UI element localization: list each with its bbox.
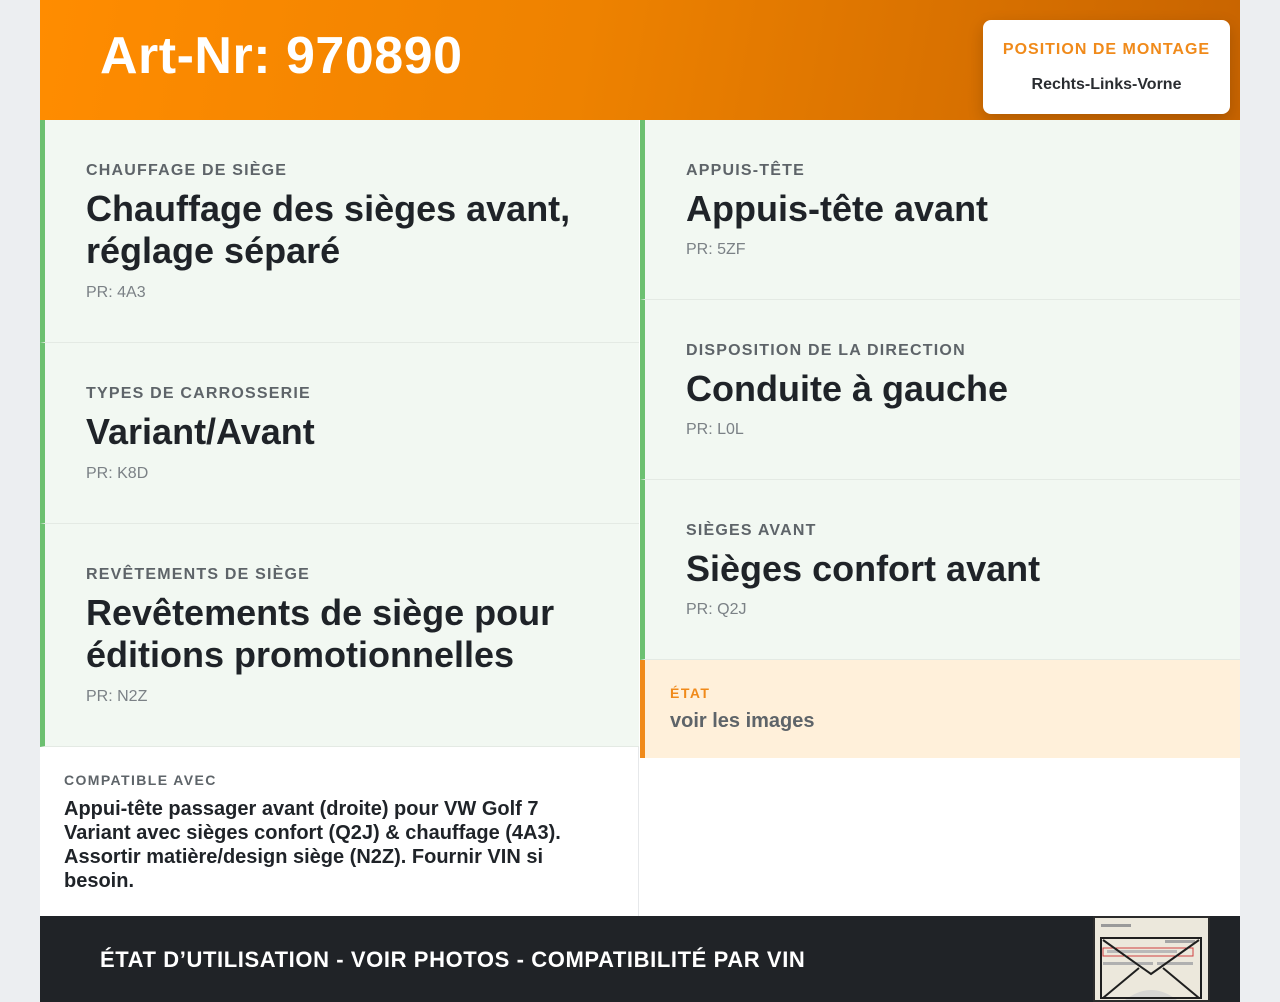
spec-label: DISPOSITION DE LA DIRECTION <box>686 342 966 359</box>
spec-pr-code: PR: 5ZF <box>686 241 746 258</box>
spec-value: Appuis-tête avant <box>686 188 989 229</box>
article-number-title: Art-Nr: 970890 <box>100 27 463 85</box>
mounting-position-value: Rechts-Links-Vorne <box>1031 76 1182 93</box>
spec-pr-code: PR: L0L <box>686 421 744 438</box>
vehicle-data-card-thumbnail[interactable] <box>1093 916 1210 1002</box>
compatibility-box: COMPATIBLE AVEC Appui-tête passager avan… <box>40 747 639 916</box>
spec-pr-code: PR: K8D <box>86 465 149 482</box>
mounting-position-card: POSITION DE MONTAGE Rechts-Links-Vorne <box>983 20 1230 114</box>
spec-label: CHAUFFAGE DE SIÈGE <box>86 162 288 179</box>
condition-box: ÉTAT voir les images <box>640 660 1240 758</box>
spec-label: TYPES DE CARROSSERIE <box>86 385 311 402</box>
spec-label: REVÊTEMENTS DE SIÈGE <box>86 566 311 583</box>
spec-label: SIÈGES AVANT <box>686 522 817 539</box>
document-image-icon <box>1095 918 1208 1000</box>
spec-value: Conduite à gauche <box>686 368 1009 409</box>
condition-value[interactable]: voir les images <box>670 710 815 733</box>
footer-text: ÉTAT D’UTILISATION - VOIR PHOTOS - COMPA… <box>100 947 806 972</box>
footer-bar: ÉTAT D’UTILISATION - VOIR PHOTOS - COMPA… <box>40 916 1240 1002</box>
spec-cell-seat-heating: CHAUFFAGE DE SIÈGE Chauffage des sièges … <box>40 120 639 343</box>
header-bar: Art-Nr: 970890 POSITION DE MONTAGE Recht… <box>40 0 1240 120</box>
spec-cell-steering: DISPOSITION DE LA DIRECTION Conduite à g… <box>640 300 1240 480</box>
spec-pr-code: PR: 4A3 <box>86 284 146 301</box>
compatibility-text: Appui-tête passager avant (droite) pour … <box>64 798 561 892</box>
mounting-position-label: POSITION DE MONTAGE <box>1002 41 1211 58</box>
spec-cell-front-seats: SIÈGES AVANT Sièges confort avant PR: Q2… <box>640 480 1240 660</box>
spec-value: Chauffage des sièges avant, réglage sépa… <box>86 188 571 271</box>
spec-cell-body-type: TYPES DE CARROSSERIE Variant/Avant PR: K… <box>40 343 639 524</box>
product-sheet: Art-Nr: 970890 POSITION DE MONTAGE Recht… <box>40 0 1240 1002</box>
spec-pr-code: PR: N2Z <box>86 688 148 705</box>
spec-value: Revêtements de siège pour éditions promo… <box>86 592 555 675</box>
spec-value: Variant/Avant <box>86 411 315 452</box>
spec-value: Sièges confort avant <box>686 548 1041 589</box>
condition-label: ÉTAT <box>670 685 711 701</box>
compatibility-label: COMPATIBLE AVEC <box>64 772 217 788</box>
spec-label: APPUIS-TÊTE <box>686 162 805 179</box>
spec-cell-headrests: APPUIS-TÊTE Appuis-tête avant PR: 5ZF <box>640 120 1240 300</box>
spec-pr-code: PR: Q2J <box>686 601 747 618</box>
spec-cell-seat-covers: REVÊTEMENTS DE SIÈGE Revêtements de sièg… <box>40 524 639 747</box>
